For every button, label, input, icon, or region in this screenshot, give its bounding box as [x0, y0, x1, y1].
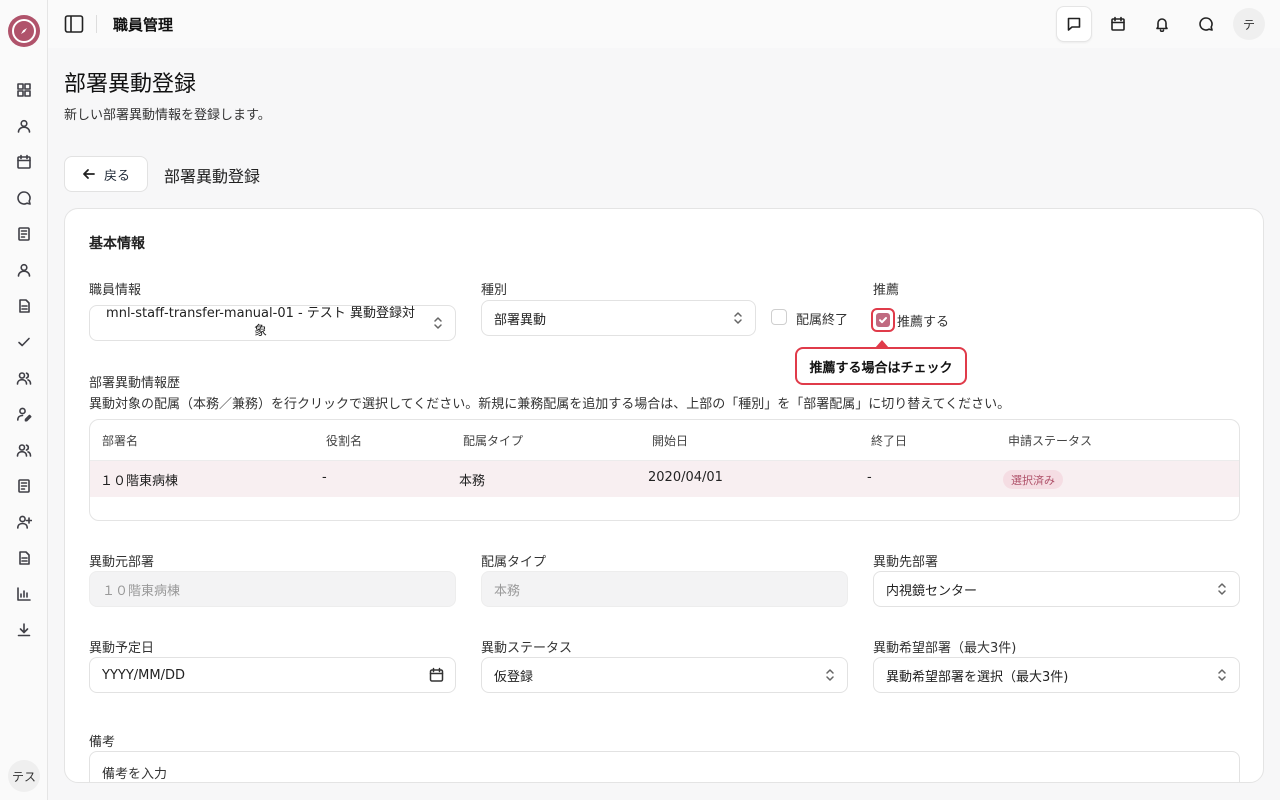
- message-square-icon[interactable]: [1056, 6, 1092, 42]
- cell-role: -: [322, 470, 327, 485]
- end-assignment-label: 配属終了: [796, 313, 849, 328]
- chat-bubble-icon[interactable]: [1188, 6, 1224, 42]
- type-select[interactable]: 部署異動: [481, 300, 756, 336]
- to-dept-label: 異動先部署: [873, 555, 939, 570]
- assign-type-label: 配属タイプ: [481, 555, 547, 570]
- chevron-updown-icon: [825, 668, 835, 682]
- chevron-updown-icon: [433, 316, 443, 330]
- wish-dept-select[interactable]: 異動希望部署を選択（最大3件): [873, 657, 1240, 693]
- document-icon[interactable]: [14, 296, 34, 316]
- header-divider: [96, 15, 97, 33]
- calendar-icon[interactable]: [14, 152, 34, 172]
- dashboard-icon[interactable]: [14, 80, 34, 100]
- date-label: 異動予定日: [89, 641, 155, 656]
- history-label: 部署異動情報歴: [89, 376, 181, 391]
- history-table: 部署名 役割名 配属タイプ 開始日 終了日 申請ステータス １０階東病棟 - 本…: [89, 419, 1240, 521]
- recommend-checkbox[interactable]: [876, 313, 890, 327]
- calendar-picker-icon[interactable]: [429, 667, 444, 683]
- cell-dept: １０階東病棟: [100, 474, 179, 489]
- bell-icon[interactable]: [1144, 6, 1180, 42]
- compass-icon: [12, 19, 36, 43]
- basic-info-heading: 基本情報: [89, 236, 145, 252]
- from-dept-value: １０階東病棟: [102, 583, 181, 599]
- user-icon[interactable]: [14, 116, 34, 136]
- calendar-header-icon[interactable]: [1100, 6, 1136, 42]
- person-icon[interactable]: [14, 260, 34, 280]
- sidebar-toggle-icon[interactable]: [64, 14, 84, 34]
- notes-placeholder: 備考を入力: [102, 767, 168, 782]
- transfer-status-select[interactable]: 仮登録: [481, 657, 848, 693]
- section-title: 部署異動登録: [164, 167, 261, 186]
- staff-select-value: mnl-staff-transfer-manual-01 - テスト 異動登録対…: [106, 306, 415, 339]
- download-icon[interactable]: [14, 620, 34, 640]
- chevron-updown-icon: [733, 311, 743, 325]
- sidebar: テス: [0, 0, 48, 800]
- form-card: 基本情報 職員情報 mnl-staff-transfer-manual-01 -…: [64, 208, 1264, 783]
- app-logo[interactable]: [8, 15, 40, 47]
- chat-icon[interactable]: [14, 188, 34, 208]
- type-select-value: 部署異動: [494, 312, 547, 328]
- notes-textarea[interactable]: 備考を入力: [89, 751, 1240, 782]
- app-title: 職員管理: [113, 16, 174, 34]
- user-plus-icon[interactable]: [14, 512, 34, 532]
- checkmark-icon: [879, 317, 887, 324]
- th-role: 役割名: [326, 434, 363, 448]
- wish-dept-label: 異動希望部署（最大3件): [873, 641, 1017, 656]
- group-icon[interactable]: [14, 440, 34, 460]
- top-header: 職員管理 テ: [48, 0, 1280, 48]
- cell-start: 2020/04/01: [648, 470, 723, 485]
- transfer-date-input[interactable]: YYYY/MM/DD: [89, 657, 456, 693]
- history-hint: 異動対象の配属（本務／兼務）を行クリックで選択してください。新規に兼務配属を追加…: [89, 397, 1011, 412]
- notebook-icon[interactable]: [14, 476, 34, 496]
- chevron-updown-icon: [1217, 582, 1227, 596]
- bar-chart-icon[interactable]: [14, 584, 34, 604]
- cell-end: -: [867, 470, 872, 485]
- assign-type-value: 本務: [494, 583, 521, 599]
- cell-assign-type: 本務: [459, 474, 486, 489]
- notes-label: 備考: [89, 735, 116, 750]
- to-dept-select[interactable]: 内視鏡センター: [873, 571, 1240, 607]
- type-label: 種別: [481, 283, 508, 298]
- date-placeholder: YYYY/MM/DD: [102, 667, 185, 683]
- wish-dept-placeholder: 異動希望部署を選択（最大3件): [886, 669, 1069, 685]
- user-avatar[interactable]: テス: [8, 760, 40, 792]
- chevron-updown-icon: [1217, 668, 1227, 682]
- th-status: 申請ステータス: [1008, 434, 1093, 448]
- header-avatar[interactable]: テ: [1233, 8, 1265, 40]
- table-row[interactable]: １０階東病棟 - 本務 2020/04/01 - 選択済み: [90, 461, 1239, 497]
- user-edit-icon[interactable]: [14, 404, 34, 424]
- users-icon[interactable]: [14, 368, 34, 388]
- recommend-checkbox-label[interactable]: 推薦する: [897, 311, 949, 330]
- page-title: 部署異動登録: [64, 72, 197, 97]
- th-end: 終了日: [871, 434, 908, 448]
- file-text-icon[interactable]: [14, 548, 34, 568]
- back-button[interactable]: 戻る: [64, 156, 148, 192]
- status-badge: 選択済み: [1003, 470, 1063, 489]
- book-icon[interactable]: [14, 224, 34, 244]
- th-start: 開始日: [652, 434, 689, 448]
- th-assign-type: 配属タイプ: [463, 434, 524, 448]
- table-header: 部署名 役割名 配属タイプ 開始日 終了日 申請ステータス: [90, 420, 1239, 461]
- end-assignment-checkbox[interactable]: [771, 309, 787, 325]
- th-dept: 部署名: [102, 434, 139, 448]
- staff-select[interactable]: mnl-staff-transfer-manual-01 - テスト 異動登録対…: [89, 305, 456, 341]
- transfer-status-label: 異動ステータス: [481, 641, 573, 656]
- recommend-label: 推薦: [873, 283, 900, 298]
- page-subtitle: 新しい部署異動情報を登録します。: [64, 108, 271, 123]
- from-dept-label: 異動元部署: [89, 555, 155, 570]
- check-icon[interactable]: [14, 332, 34, 352]
- from-dept-field: １０階東病棟: [89, 571, 456, 607]
- transfer-status-value: 仮登録: [494, 669, 534, 685]
- arrow-left-icon: [83, 169, 95, 179]
- staff-label: 職員情報: [89, 283, 142, 298]
- back-button-label: 戻る: [103, 168, 130, 184]
- recommend-tooltip: 推薦する場合はチェック: [795, 347, 967, 385]
- assign-type-field: 本務: [481, 571, 848, 607]
- to-dept-value: 内視鏡センター: [886, 583, 978, 599]
